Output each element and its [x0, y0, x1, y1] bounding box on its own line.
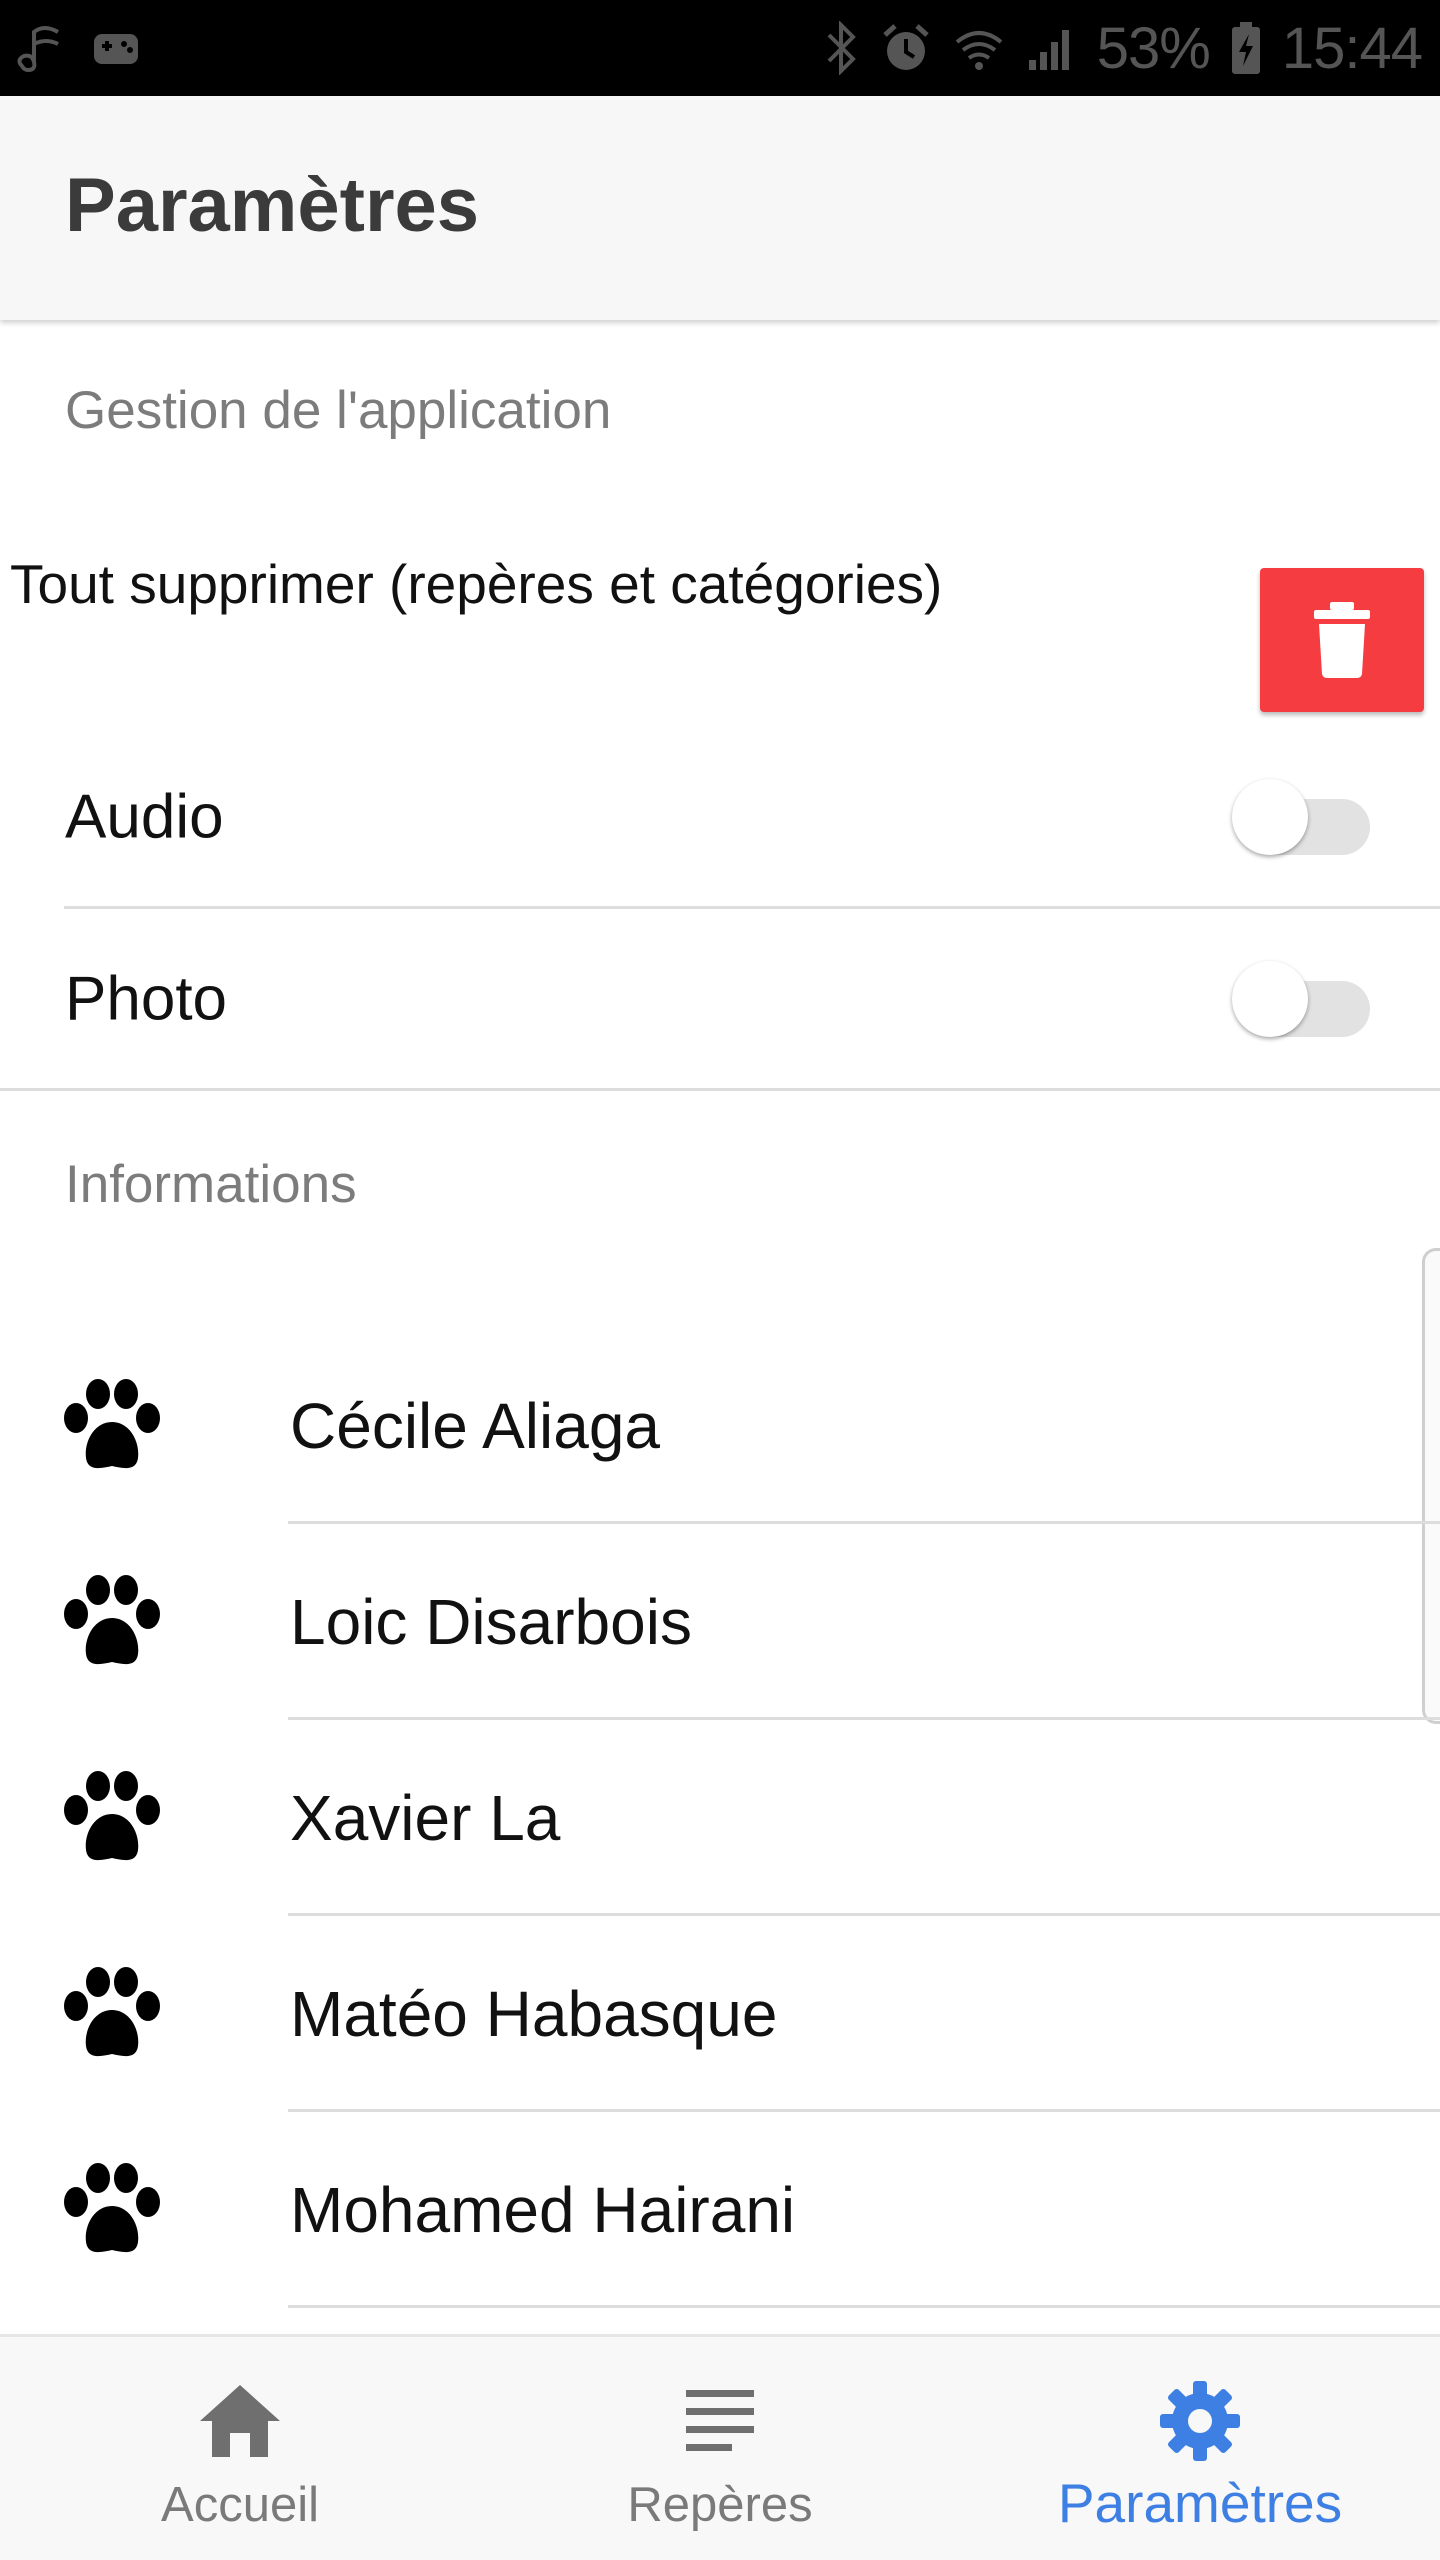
clock: 15:44 — [1281, 15, 1423, 81]
section-header-app-management: Gestion de l'application — [65, 381, 612, 440]
battery-percent: 53% — [1096, 15, 1211, 81]
contributor-name: Cécile Aliaga — [290, 1390, 660, 1462]
notification-icons — [14, 22, 166, 74]
contributors-list: Cécile Aliaga Loic Disarbois Xavier La M… — [0, 1328, 1440, 2308]
paw-icon — [64, 2163, 160, 2253]
nav-item-reperes[interactable]: Repères — [480, 2337, 960, 2560]
trash-icon — [1314, 602, 1370, 678]
list-item[interactable]: Mohamed Hairani — [0, 2112, 1440, 2308]
nav-label: Accueil — [161, 2478, 319, 2532]
home-icon — [200, 2385, 280, 2457]
status-bar: 53% 15:44 — [0, 0, 1440, 96]
battery-charging-icon — [1231, 22, 1260, 74]
audio-setting-row: Audio — [0, 726, 1440, 908]
contributor-name: Mohamed Hairani — [290, 2174, 796, 2246]
wifi-icon — [955, 31, 1003, 70]
contributor-name: Loic Disarbois — [290, 1586, 692, 1658]
gear-icon — [1160, 2381, 1240, 2461]
list-item[interactable]: Loic Disarbois — [0, 1524, 1440, 1720]
bottom-navigation: Accueil Repères Paramètres — [0, 2334, 1440, 2560]
divider — [288, 2305, 1440, 2308]
bluetooth-icon — [827, 21, 856, 75]
delete-all-label: Tout supprimer (repères et catégories) — [10, 553, 943, 615]
gamepad-icon — [94, 34, 138, 64]
paw-icon — [64, 1771, 160, 1861]
audio-toggle[interactable] — [1232, 777, 1376, 857]
signal-icon — [1028, 30, 1069, 70]
contributor-name: Matéo Habasque — [290, 1978, 778, 2050]
music-note-icon — [17, 26, 59, 73]
photo-toggle[interactable] — [1232, 959, 1376, 1039]
list-item[interactable]: Xavier La — [0, 1720, 1440, 1916]
nav-item-accueil[interactable]: Accueil — [0, 2337, 480, 2560]
list-icon — [686, 2390, 754, 2451]
page-title: Paramètres — [65, 163, 480, 248]
nav-label: Repères — [627, 2478, 813, 2532]
contributor-name: Xavier La — [290, 1782, 561, 1854]
list-item[interactable]: Matéo Habasque — [0, 1916, 1440, 2112]
photo-setting-row: Photo — [0, 908, 1440, 1090]
paw-icon — [64, 1967, 160, 2057]
nav-item-parametres[interactable]: Paramètres — [960, 2337, 1440, 2560]
audio-label: Audio — [65, 782, 224, 852]
paw-icon — [64, 1575, 160, 1665]
system-icons: 53% 15:44 — [805, 0, 1423, 96]
list-item[interactable]: Cécile Aliaga — [0, 1328, 1440, 1524]
section-divider — [0, 1088, 1440, 1091]
section-header-information: Informations — [65, 1155, 357, 1214]
nav-label: Paramètres — [1057, 2472, 1343, 2534]
app-bar: Paramètres — [0, 96, 1440, 320]
photo-label: Photo — [65, 964, 228, 1034]
delete-all-button[interactable] — [1260, 568, 1424, 712]
alarm-icon — [883, 24, 929, 70]
paw-icon — [64, 1379, 160, 1469]
